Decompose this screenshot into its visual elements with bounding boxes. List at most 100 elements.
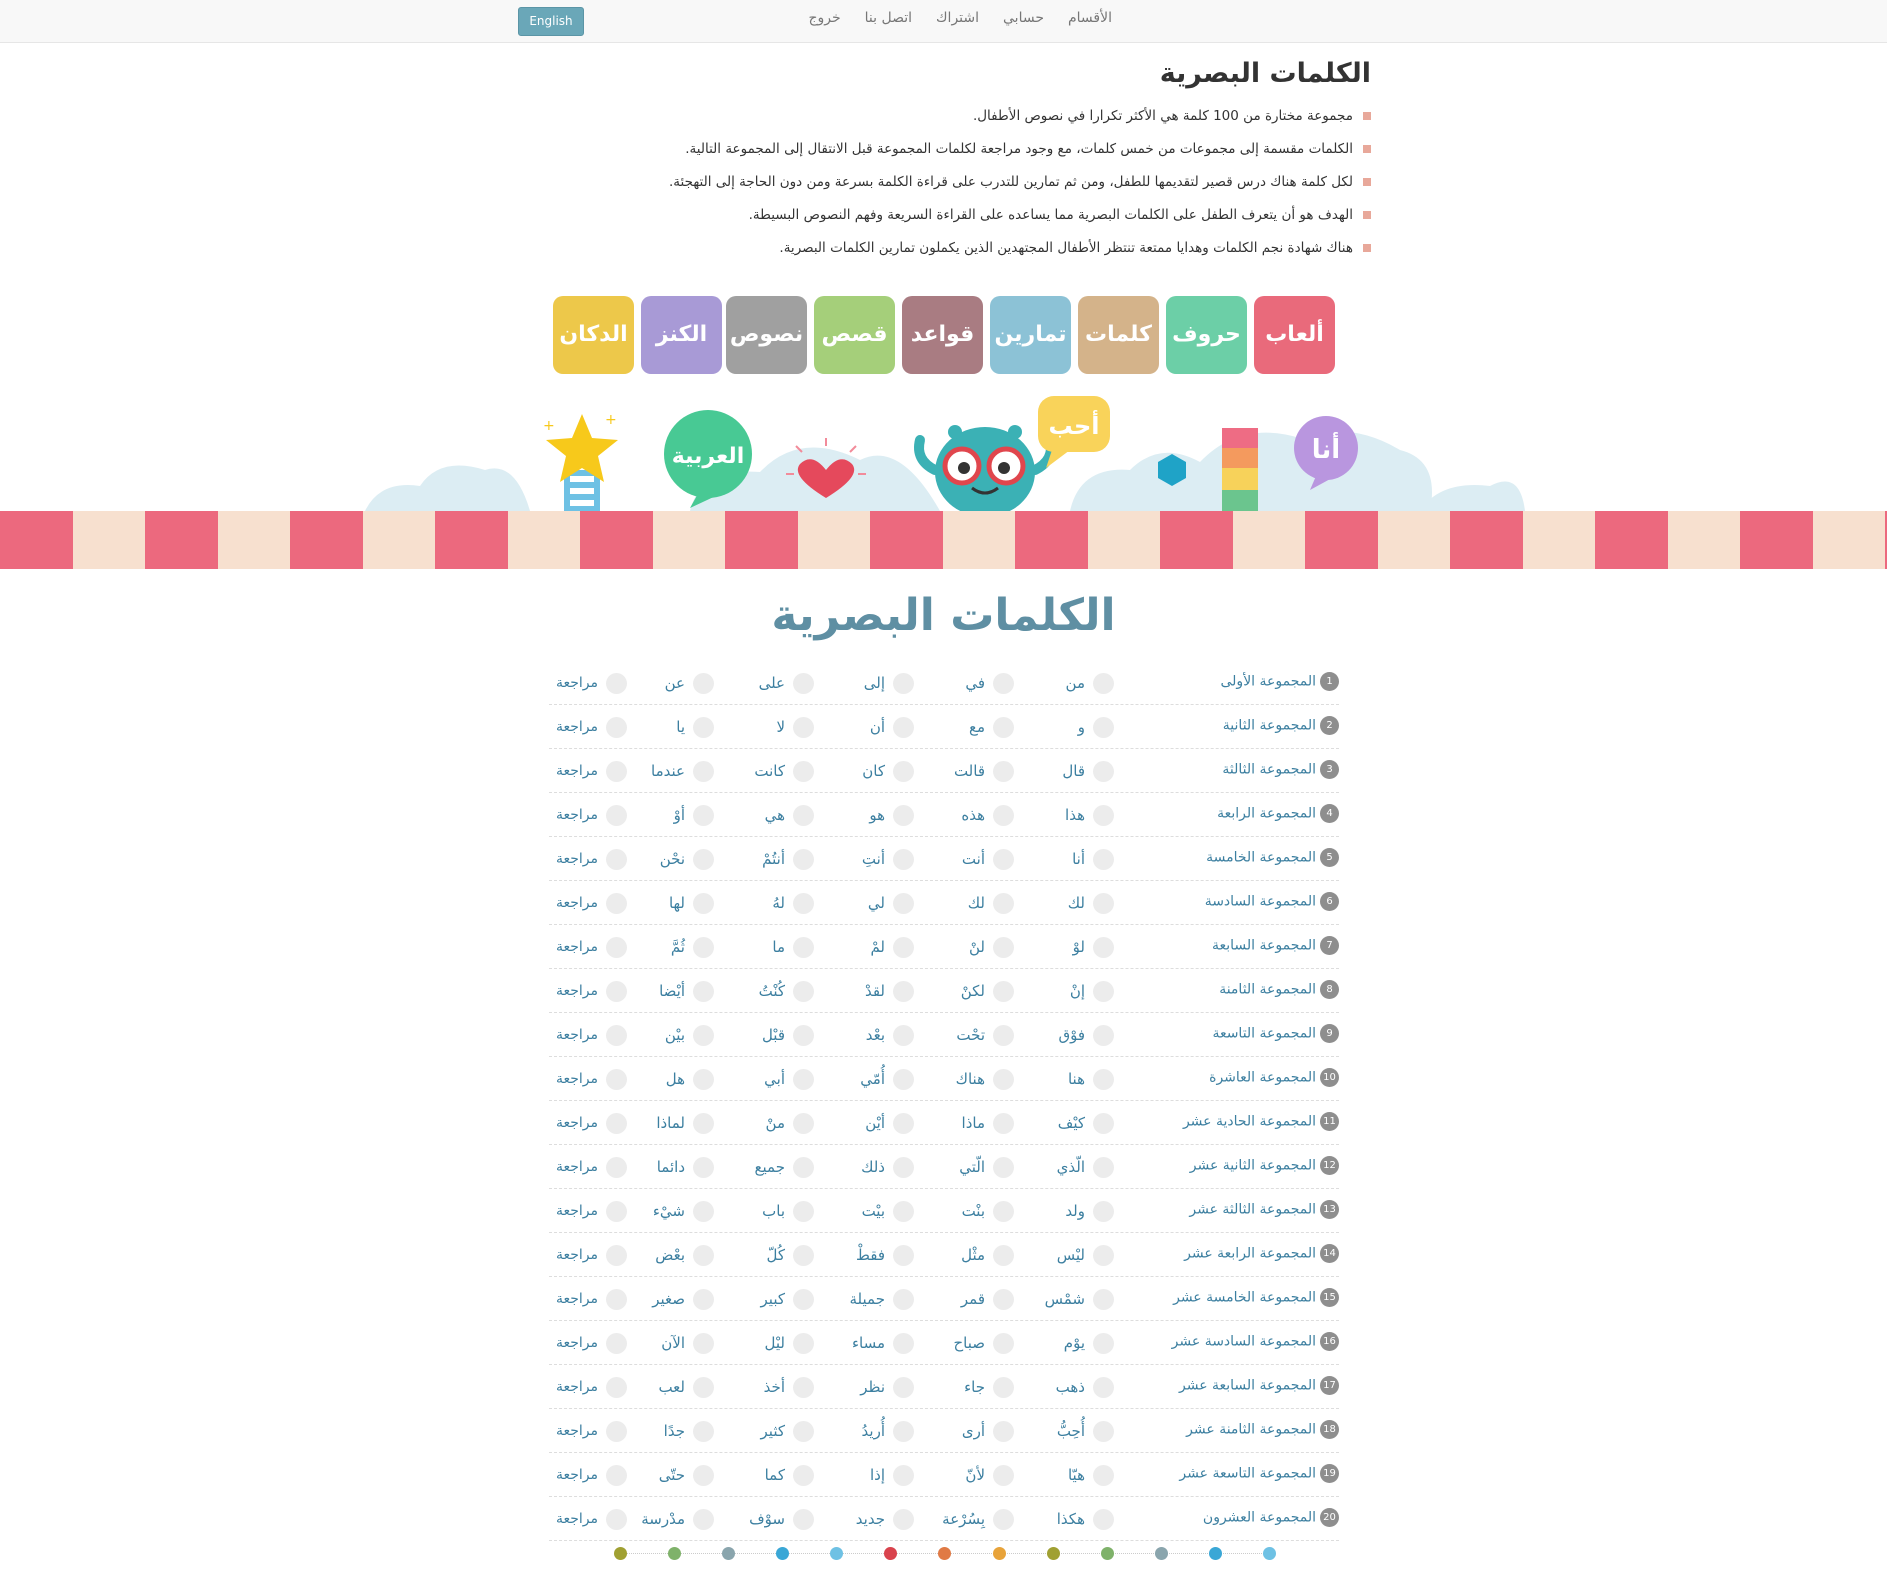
nav-sections[interactable]: الأقسام <box>1068 10 1112 32</box>
word-item[interactable]: أُمّي <box>860 1068 914 1090</box>
pager-dot[interactable] <box>1047 1547 1060 1560</box>
word-item[interactable]: كيْف <box>1058 1112 1114 1134</box>
category-tile-6[interactable]: قصص <box>814 296 895 374</box>
category-tile-9[interactable]: الدكان <box>553 296 634 374</box>
nav-subscribe[interactable]: اشتراك <box>936 10 979 32</box>
group-label[interactable]: 2المجموعة الثانية <box>1223 716 1339 735</box>
group-label[interactable]: 6المجموعة السادسة <box>1205 892 1339 911</box>
word-item[interactable]: لنْ <box>969 936 1014 958</box>
word-item[interactable]: ما <box>772 936 814 958</box>
word-item[interactable]: هكذا <box>1057 1508 1114 1530</box>
word-item[interactable]: لك <box>968 892 1014 914</box>
word-item[interactable]: أوْ <box>674 804 714 826</box>
word-item[interactable]: بيْن <box>665 1024 714 1046</box>
word-item[interactable]: يوْم <box>1064 1332 1114 1354</box>
pager-dot[interactable] <box>884 1547 897 1560</box>
word-item[interactable]: كما <box>765 1464 814 1486</box>
word-item[interactable]: هيّا <box>1068 1464 1114 1486</box>
category-tile-7[interactable]: نصوص <box>726 296 807 374</box>
group-label[interactable]: 11المجموعة الحادية عشر <box>1183 1112 1339 1131</box>
group-label[interactable]: 19المجموعة التاسعة عشر <box>1179 1464 1339 1483</box>
review-item[interactable]: مراجعة <box>556 1508 627 1530</box>
group-label[interactable]: 16المجموعة السادسة عشر <box>1172 1332 1339 1351</box>
word-item[interactable]: أنتُمْ <box>762 848 814 870</box>
review-item[interactable]: مراجعة <box>556 936 627 958</box>
category-tile-1[interactable]: ألعاب <box>1254 296 1335 374</box>
word-item[interactable]: أيْن <box>865 1112 914 1134</box>
pager-dot[interactable] <box>1101 1547 1114 1560</box>
word-item[interactable]: جميع <box>755 1156 814 1178</box>
pager-dot[interactable] <box>722 1547 735 1560</box>
word-item[interactable]: هذا <box>1065 804 1114 826</box>
word-item[interactable]: هناك <box>956 1068 1014 1090</box>
word-item[interactable]: جديد <box>856 1508 914 1530</box>
word-item[interactable]: الآن <box>661 1332 714 1354</box>
group-label[interactable]: 14المجموعة الرابعة عشر <box>1184 1244 1339 1263</box>
category-tile-4[interactable]: تمارين <box>990 296 1071 374</box>
word-item[interactable]: أرى <box>962 1420 1014 1442</box>
word-item[interactable]: مدْرسة <box>641 1508 714 1530</box>
word-item[interactable]: لي <box>868 892 914 914</box>
word-item[interactable]: الّذي <box>1057 1156 1114 1178</box>
nav-contact[interactable]: اتصل بنا <box>865 10 912 32</box>
word-item[interactable]: عندما <box>651 760 714 782</box>
pager-dot[interactable] <box>614 1547 627 1560</box>
word-item[interactable]: قمر <box>961 1288 1014 1310</box>
word-item[interactable]: بعْض <box>655 1244 714 1266</box>
word-item[interactable]: جاء <box>964 1376 1014 1398</box>
category-tile-2[interactable]: حروف <box>1166 296 1247 374</box>
group-label[interactable]: 13المجموعة الثالثة عشر <box>1189 1200 1339 1219</box>
word-item[interactable]: كثير <box>761 1420 814 1442</box>
group-label[interactable]: 9المجموعة التاسعة <box>1212 1024 1339 1043</box>
group-label[interactable]: 5المجموعة الخامسة <box>1206 848 1339 867</box>
word-item[interactable]: شيْء <box>653 1200 714 1222</box>
group-label[interactable]: 7المجموعة السابعة <box>1212 936 1339 955</box>
word-item[interactable]: جميلة <box>850 1288 914 1310</box>
word-item[interactable]: مساء <box>852 1332 914 1354</box>
review-item[interactable]: مراجعة <box>556 1464 627 1486</box>
word-item[interactable]: حتّى <box>659 1464 714 1486</box>
group-label[interactable]: 10المجموعة العاشرة <box>1209 1068 1339 1087</box>
category-tile-8[interactable]: الكنز <box>641 296 722 374</box>
word-item[interactable]: لعب <box>658 1376 714 1398</box>
nav-logout[interactable]: خروج <box>808 10 840 32</box>
word-item[interactable]: صباح <box>953 1332 1014 1354</box>
group-label[interactable]: 20المجموعة العشرون <box>1203 1508 1339 1527</box>
review-item[interactable]: مراجعة <box>556 1024 627 1046</box>
group-label[interactable]: 17المجموعة السابعة عشر <box>1179 1376 1339 1395</box>
word-item[interactable]: هنا <box>1068 1068 1114 1090</box>
word-item[interactable]: جدًا <box>664 1420 714 1442</box>
pager-dot[interactable] <box>1155 1547 1168 1560</box>
nav-account[interactable]: حسابي <box>1003 10 1044 32</box>
review-item[interactable]: مراجعة <box>556 1112 627 1134</box>
word-item[interactable]: منْ <box>766 1112 814 1134</box>
review-item[interactable]: مراجعة <box>556 760 627 782</box>
word-item[interactable]: لأنّ <box>965 1464 1014 1486</box>
word-item[interactable]: الّتي <box>959 1156 1014 1178</box>
word-item[interactable]: يا <box>676 716 714 738</box>
word-item[interactable]: بعْد <box>866 1024 914 1046</box>
word-item[interactable]: دائما <box>657 1156 714 1178</box>
word-item[interactable]: مثْل <box>961 1244 1014 1266</box>
word-item[interactable]: أبي <box>764 1068 814 1090</box>
word-item[interactable]: ليْل <box>765 1332 814 1354</box>
word-item[interactable]: هو <box>869 804 914 826</box>
word-item[interactable]: كانت <box>754 760 814 782</box>
word-item[interactable]: أُحِبُّ <box>1057 1420 1114 1442</box>
word-item[interactable]: هل <box>666 1068 714 1090</box>
pager-dot[interactable] <box>668 1547 681 1560</box>
word-item[interactable]: نظر <box>860 1376 914 1398</box>
word-item[interactable]: كُنْتُ <box>759 980 814 1002</box>
review-item[interactable]: مراجعة <box>556 1332 627 1354</box>
word-item[interactable]: صغير <box>652 1288 714 1310</box>
review-item[interactable]: مراجعة <box>556 892 627 914</box>
word-item[interactable]: لا <box>776 716 814 738</box>
word-item[interactable]: لك <box>1068 892 1114 914</box>
group-label[interactable]: 3المجموعة الثالثة <box>1222 760 1339 779</box>
category-tile-3[interactable]: كلمات <box>1078 296 1159 374</box>
word-item[interactable]: أن <box>870 716 914 738</box>
pager-dot[interactable] <box>776 1547 789 1560</box>
group-label[interactable]: 1المجموعة الأولى <box>1221 672 1339 691</box>
word-item[interactable]: هي <box>765 804 814 826</box>
pager-dot[interactable] <box>1263 1547 1276 1560</box>
